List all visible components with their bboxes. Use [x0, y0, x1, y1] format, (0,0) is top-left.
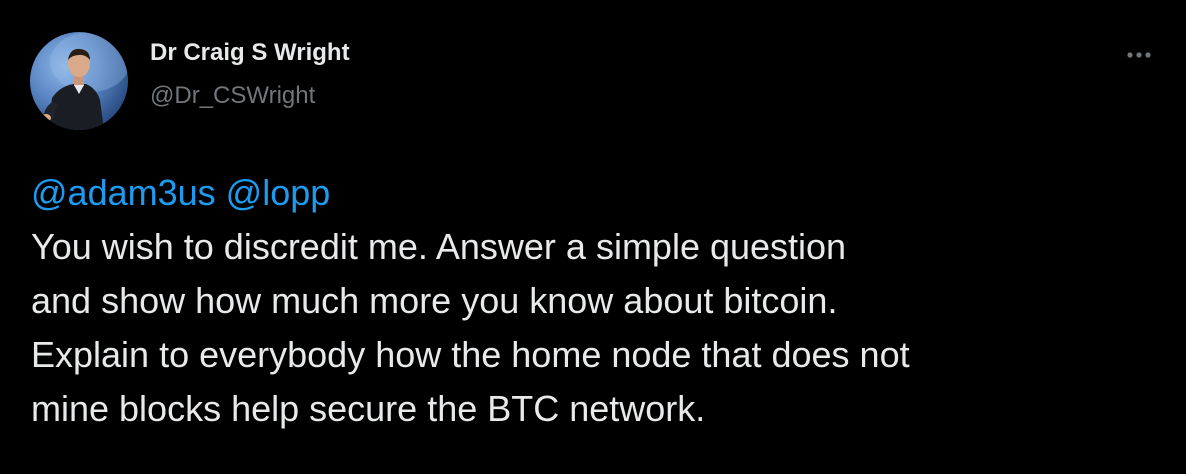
tweet-text-line: You wish to discredit me. Answer a simpl… [31, 226, 847, 267]
tweet-text: @adam3us @lopp You wish to discredit me.… [31, 166, 1171, 436]
more-options-icon [1127, 52, 1151, 58]
tweet-text-line: mine blocks help secure the BTC network. [31, 388, 706, 429]
tweet-text-line: and show how much more you know about bi… [31, 280, 838, 321]
mention-link[interactable]: @lopp [226, 172, 331, 213]
author-handle[interactable]: @Dr_CSWright [150, 82, 315, 110]
mentions-line: @adam3us @lopp [31, 166, 1171, 220]
profile-photo-icon [41, 32, 128, 130]
tweet-text-line: Explain to everybody how the home node t… [31, 334, 910, 375]
tweet-card: Dr Craig S Wright @Dr_CSWright @adam3us … [0, 0, 1186, 474]
author-display-name[interactable]: Dr Craig S Wright [150, 39, 350, 67]
avatar[interactable] [30, 32, 128, 130]
mention-link[interactable]: @adam3us [31, 172, 216, 213]
more-options-button[interactable] [1120, 38, 1160, 78]
